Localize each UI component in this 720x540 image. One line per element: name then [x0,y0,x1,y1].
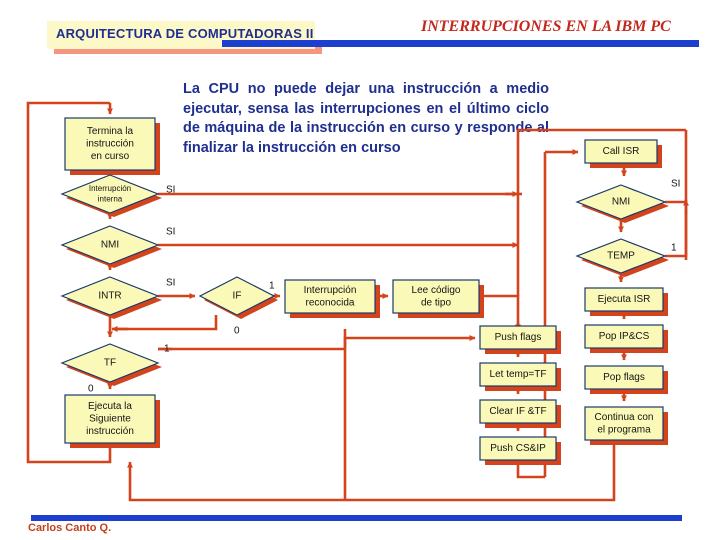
flow-node-label: reconocida [306,297,355,308]
flow-node-label: NMI [101,240,119,251]
edge-label-cero-tf: 0 [88,384,94,395]
flow-nodes: Termina lainstrucciónen cursoInterrupció… [60,117,669,465]
flow-node-label: Continua con [595,412,654,423]
flow-node-push-flags: Push flags [479,325,561,354]
edge-label-si-nmi-left: SI [166,227,175,238]
flow-node-call-isr: Call ISR [584,139,662,168]
flow-node-label: TF [104,358,116,369]
flow-node-label: IF [233,291,242,302]
flow-node-pop-ip-cs: Pop IP&CS [584,324,668,353]
flow-node-ejecuta-sig: Ejecuta la Siguienteinstrucción [64,394,160,448]
footer-blue-bar [31,515,682,521]
edge-lee-to-pushflags [479,294,520,330]
flow-node-label: Let temp=TF [490,369,547,380]
edge-if0-back [116,315,218,331]
flow-node-label: Termina la [87,126,134,137]
edge-label-cero-if: 0 [234,326,240,337]
flow-node-int-interna: Interrupcióninterna [60,174,162,217]
flow-node-label: Pop flags [603,372,645,383]
flow-node-label: Ejecuta la [88,401,132,412]
flow-node-pop-flags: Pop flags [584,365,668,394]
flow-node-temp: TEMP [575,238,669,277]
author-name: Carlos Canto Q. [28,522,112,534]
flow-node-label: interna [98,194,123,203]
flow-node-ejecuta-isr: Ejecuta ISR [584,287,668,316]
flow-node-label: Push flags [495,332,542,343]
flow-node-label: Interrupción [304,285,357,296]
flow-node-label: de tipo [421,297,451,308]
flow-edge-labels: SI SI SI 0 1 1 0 SI 1 [88,179,680,395]
edge-label-uno-temp: 1 [671,243,677,254]
flow-node-tf: TF [60,343,162,386]
flow-node-int-recon: Interrupciónreconocida [284,279,380,318]
flow-node-if: IF [198,276,278,319]
flow-node-label: instrucción [86,426,134,437]
edge-tf1-to-pushflags [343,335,476,349]
slide-canvas: ARQUITECTURA DE COMPUTADORAS II INTERRUP… [0,0,720,540]
flow-node-nmi-right: NMI [575,184,669,223]
interrupt-flowchart: Termina lainstrucciónen cursoInterrupció… [26,101,689,502]
flow-node-label: TEMP [607,251,635,262]
flow-node-clear-if-tf: Clear IF &TF [479,399,561,428]
flow-node-nmi-left: NMI [60,225,162,268]
flow-node-lee-codigo: Lee códigode tipo [392,279,484,318]
flow-node-continua: Continua conel programa [584,406,668,445]
flow-node-label: Lee código [412,285,461,296]
edge-label-si-intr: SI [166,278,175,289]
edge-label-uno-if: 1 [269,281,275,292]
flow-node-label: NMI [612,197,630,208]
flow-node-label: Siguiente [89,414,131,425]
edge-label-uno-tf: 1 [164,344,170,355]
edge-label-si-nmi-right: SI [671,179,680,190]
flow-node-label: instrucción [86,139,134,150]
flow-node-label: INTR [98,291,121,302]
flow-node-push-cs-ip: Push CS&IP [479,436,561,465]
flow-node-label: Clear IF &TF [489,406,546,417]
flow-node-intr: INTR [60,276,162,319]
edge-label-si-int-interna: SI [166,185,175,196]
flow-node-let-temp: Let temp=TF [479,362,561,391]
flow-node-label: Ejecuta ISR [598,294,651,305]
flow-node-termina: Termina la instrucciónen curso [64,117,160,175]
flow-node-label: el programa [597,424,651,435]
flow-node-label: Interrupción [89,184,131,193]
flow-node-label: Push CS&IP [490,443,546,454]
flow-node-label: en curso [91,151,130,162]
flow-node-label: Call ISR [603,146,640,157]
flow-node-label: Pop IP&CS [599,331,650,342]
